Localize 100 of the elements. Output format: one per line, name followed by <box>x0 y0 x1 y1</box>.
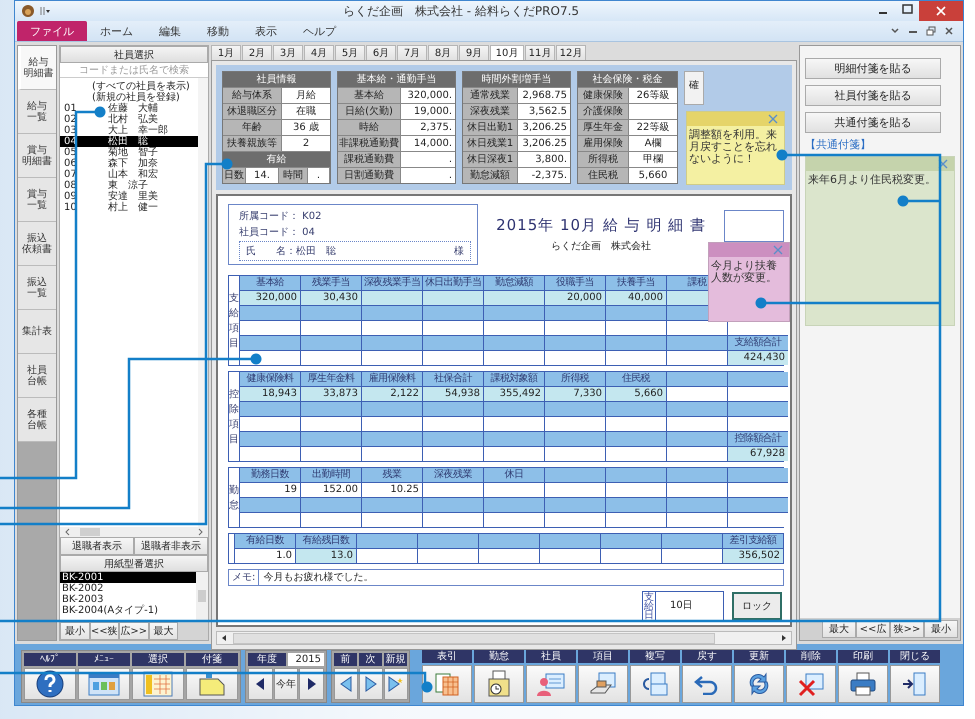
toolbar-button[interactable] <box>132 668 184 700</box>
field-value[interactable]: 3,800. <box>518 152 570 167</box>
toolbar-button[interactable] <box>186 668 238 700</box>
size-button[interactable]: 最大 <box>148 622 178 640</box>
side-tab[interactable]: 社員 台帳 <box>18 354 56 398</box>
horizontal-scrollbar[interactable] <box>60 527 208 537</box>
side-tab[interactable]: 賞与 一覧 <box>18 178 56 222</box>
month-tab[interactable]: 9月 <box>459 45 489 60</box>
field-value[interactable]: 320,000. <box>401 88 455 103</box>
field-value[interactable]: 14. <box>246 168 278 183</box>
side-tab[interactable]: 振込 依頼書 <box>18 222 56 266</box>
toolbar-button[interactable] <box>334 668 358 700</box>
close-icon[interactable] <box>943 25 955 37</box>
add-note-button[interactable]: 社員付箋を貼る <box>805 85 941 106</box>
filter-button[interactable]: 退職者表示 <box>60 537 134 555</box>
field-value[interactable]: 2,375. <box>401 120 455 135</box>
field-value[interactable]: 月給 <box>282 88 330 103</box>
paper-select-header[interactable]: 用紙型番選択 <box>60 555 208 572</box>
year-field[interactable]: 2015 <box>288 653 324 666</box>
side-tab[interactable]: 各種 台帳 <box>18 398 56 442</box>
field-value[interactable]: A欄 <box>629 136 677 151</box>
field-value[interactable]: 3,206.25 <box>518 120 570 135</box>
menu-item[interactable]: 編集 <box>146 21 194 41</box>
menu-item[interactable]: ホーム <box>87 21 146 41</box>
paper-item[interactable]: BK-2003 <box>60 594 196 605</box>
lock-button[interactable]: ロック <box>732 592 782 620</box>
field-value[interactable] <box>629 104 677 119</box>
field-value[interactable]: 3,206.25 <box>518 136 570 151</box>
side-tab[interactable]: 給与 一覧 <box>18 90 56 134</box>
field-value[interactable]: 19,000. <box>401 104 455 119</box>
previous-year-button[interactable] <box>248 668 273 700</box>
toolbar-button[interactable] <box>474 665 524 703</box>
size-button[interactable]: <<狭 <box>90 622 119 640</box>
month-tab[interactable]: 2月 <box>242 45 272 60</box>
employee-select-header[interactable]: 社員選択 <box>60 46 208 63</box>
field-value[interactable]: . <box>401 168 455 183</box>
month-tab[interactable]: 10月 <box>490 45 524 60</box>
scrollbar-thumb[interactable] <box>233 632 715 644</box>
field-value[interactable]: 36 歳 <box>282 120 330 135</box>
month-tab[interactable]: 8月 <box>428 45 458 60</box>
month-tab[interactable]: 7月 <box>397 45 427 60</box>
toolbar-button[interactable] <box>359 668 383 700</box>
restore-icon[interactable] <box>925 25 937 37</box>
filter-button[interactable]: 退職者非表示 <box>134 537 208 555</box>
field-value[interactable]: 22等級 <box>629 120 677 135</box>
close-icon[interactable] <box>938 159 948 169</box>
pay-date-field[interactable]: 支給日 10日 <box>642 591 724 621</box>
side-tab[interactable]: 給与 明細書 <box>18 46 56 90</box>
toolbar-button[interactable] <box>578 665 628 703</box>
paper-item[interactable]: BK-2002 <box>60 583 196 594</box>
caret-icon[interactable] <box>39 5 51 17</box>
search-field[interactable]: コードまたは氏名で検索 <box>60 63 208 78</box>
employee-row[interactable]: 04 松田 聡 <box>60 136 198 147</box>
horizontal-scrollbar[interactable] <box>216 631 792 645</box>
close-icon[interactable] <box>919 1 963 21</box>
sticky-note[interactable]: 今月より扶養人数が変更。 <box>708 242 790 322</box>
add-note-button[interactable]: 明細付箋を貼る <box>805 58 941 79</box>
app-icon[interactable] <box>21 4 35 18</box>
employee-row[interactable]: 01 佐藤 大輔 <box>60 103 198 114</box>
current-year-button[interactable]: 今年 <box>274 668 298 700</box>
paper-item[interactable]: BK-2004(Aタイプ-1) <box>60 605 196 616</box>
size-button[interactable]: 最小 <box>60 622 90 640</box>
menu-item[interactable]: 表示 <box>242 21 290 41</box>
field-value[interactable]: 甲欄 <box>629 152 677 167</box>
month-tab[interactable]: 6月 <box>366 45 396 60</box>
menu-item[interactable]: 移動 <box>194 21 242 41</box>
toolbar-button[interactable] <box>422 665 472 703</box>
menu-item[interactable]: ヘルプ <box>290 21 349 41</box>
field-value[interactable]: 在職 <box>282 104 330 119</box>
field-value[interactable]: 2 <box>282 136 330 151</box>
list-option[interactable]: (すべての社員を表示) <box>60 81 198 92</box>
month-tab[interactable]: 1月 <box>211 45 241 60</box>
toolbar-button[interactable] <box>682 665 732 703</box>
field-value[interactable]: 26等級 <box>629 88 677 103</box>
sticky-note[interactable]: 来年6月より住民税変更。 <box>805 156 955 326</box>
month-tab[interactable]: 11月 <box>525 45 555 60</box>
field-value[interactable]: 2,968.75 <box>518 88 570 103</box>
size-button[interactable]: 広>> <box>119 622 148 640</box>
list-option[interactable]: (新規の社員を登録) <box>60 92 198 103</box>
field-value[interactable]: . <box>401 152 455 167</box>
toolbar-button[interactable] <box>786 665 836 703</box>
paper-item[interactable]: BK-2001 <box>60 572 196 583</box>
month-tab[interactable]: 5月 <box>335 45 365 60</box>
size-button[interactable]: 最小 <box>924 620 958 638</box>
month-tab[interactable]: 3月 <box>273 45 303 60</box>
field-value[interactable]: . <box>308 168 329 183</box>
vertical-scrollbar[interactable] <box>196 572 208 620</box>
side-tab[interactable]: 振込 一覧 <box>18 266 56 310</box>
scrollbar-thumb[interactable] <box>80 528 100 536</box>
side-tab[interactable]: 集計表 <box>18 310 56 354</box>
sticky-note[interactable]: 調整額を利用。来月戻すことを忘れないように！ <box>686 111 785 185</box>
side-tab[interactable]: 賞与 明細書 <box>18 134 56 178</box>
toolbar-button[interactable] <box>734 665 784 703</box>
month-tab[interactable]: 12月 <box>556 45 586 60</box>
toolbar-button[interactable] <box>24 668 76 700</box>
toolbar-button[interactable] <box>384 668 408 700</box>
confirm-button[interactable]: 確 <box>684 71 704 105</box>
month-tab[interactable]: 4月 <box>304 45 334 60</box>
add-note-button[interactable]: 共通付箋を貼る <box>805 112 941 133</box>
field-value[interactable]: -2,375. <box>518 168 570 183</box>
